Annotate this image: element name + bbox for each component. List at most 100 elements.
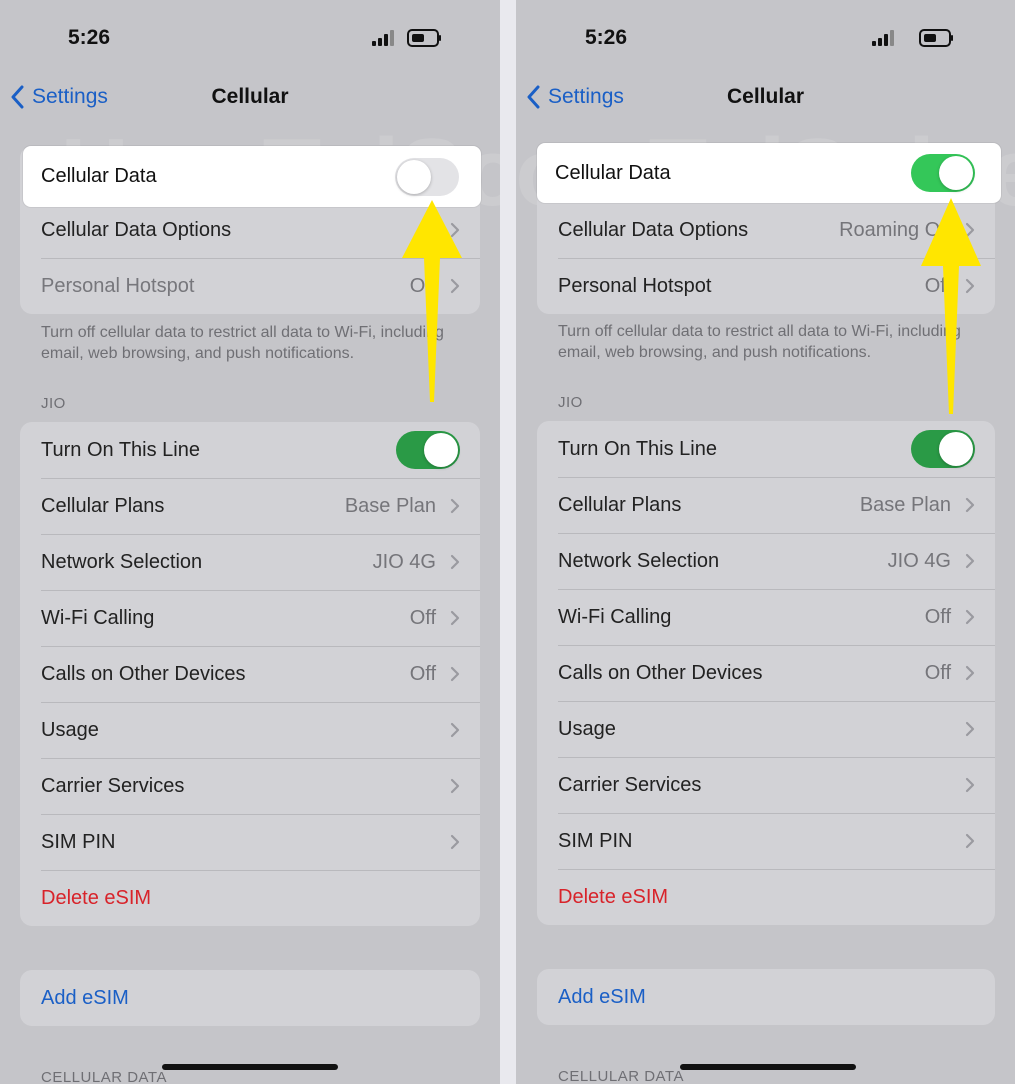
section-header-jio: JIO (41, 395, 66, 412)
row-label: Carrier Services (41, 774, 185, 797)
personal-hotspot-row[interactable]: Personal Hotspot Off (537, 258, 995, 314)
chevron-right-icon (450, 498, 460, 514)
cellular-data-options-row[interactable]: Cellular Data Options Roaming Off (537, 202, 995, 258)
row-label: Wi-Fi Calling (41, 606, 155, 629)
add-esim-button[interactable]: Add eSIM (558, 986, 975, 1009)
row-label: Carrier Services (558, 773, 702, 796)
row-label: Usage (558, 717, 616, 740)
cellular-data-switch[interactable] (395, 157, 459, 196)
cellular-data-row[interactable]: Cellular Data (537, 143, 1001, 203)
add-esim-group: Add eSIM (537, 969, 995, 1025)
chevron-right-icon (965, 609, 975, 625)
chevron-right-icon (965, 833, 975, 849)
switch-knob (939, 156, 973, 190)
usage-row[interactable]: Usage (537, 701, 995, 757)
turn-on-line-switch[interactable] (396, 431, 460, 469)
status-time: 5:26 (68, 26, 111, 49)
row-label: SIM PIN (41, 830, 116, 853)
row-value: Off (924, 661, 951, 684)
row-label: Calls on Other Devices (558, 661, 763, 684)
turn-on-line-row[interactable]: Turn On This Line (20, 422, 480, 478)
row-label: Cellular Plans (41, 494, 165, 517)
add-esim-row[interactable]: Add eSIM (20, 970, 480, 1026)
chevron-right-icon (450, 666, 460, 682)
status-icons (372, 28, 442, 48)
wifi-calling-row[interactable]: Wi-Fi Calling Off (537, 589, 995, 645)
switch-knob (424, 433, 458, 467)
row-value: Off (924, 274, 951, 297)
jio-line-group: Turn On This Line Cellular Plans Base Pl… (20, 422, 480, 926)
switch-knob (397, 159, 431, 194)
row-label: Network Selection (558, 549, 720, 572)
wifi-calling-row[interactable]: Wi-Fi Calling Off (20, 590, 480, 646)
chevron-right-icon (965, 222, 975, 238)
jio-line-group: Turn On This Line Cellular Plans Base Pl… (537, 421, 995, 925)
row-label: Network Selection (41, 550, 203, 573)
chevron-right-icon (965, 497, 975, 513)
cellular-signal-icon (872, 30, 894, 46)
cellular-data-footnote: Turn off cellular data to restrict all d… (558, 323, 961, 361)
chevron-right-icon (450, 834, 460, 850)
delete-esim-button[interactable]: Delete eSIM (41, 887, 460, 910)
page-title: Cellular (726, 85, 805, 108)
chevron-right-icon (965, 665, 975, 681)
add-esim-button[interactable]: Add eSIM (41, 987, 460, 1010)
row-label: Personal Hotspot (41, 274, 195, 297)
status-time: 5:26 (585, 26, 628, 49)
row-value: JIO 4G (887, 549, 951, 572)
add-esim-row[interactable]: Add eSIM (537, 969, 995, 1025)
delete-esim-row[interactable]: Delete eSIM (537, 869, 995, 925)
cellular-plans-row[interactable]: Cellular Plans Base Plan (537, 477, 995, 533)
network-selection-row[interactable]: Network Selection JIO 4G (537, 533, 995, 589)
sim-pin-row[interactable]: SIM PIN (537, 813, 995, 869)
section-header-jio: JIO (558, 394, 583, 411)
calls-on-other-devices-row[interactable]: Calls on Other Devices Off (537, 645, 995, 701)
chevron-right-icon (450, 554, 460, 570)
carrier-services-row[interactable]: Carrier Services (20, 758, 480, 814)
row-label: Cellular Data (41, 165, 157, 187)
home-indicator (162, 1064, 338, 1070)
row-label: Cellular Data Options (41, 218, 232, 241)
add-esim-group: Add eSIM (20, 970, 480, 1026)
row-label: Cellular Data (555, 161, 671, 184)
row-label: Turn On This Line (41, 438, 200, 461)
cellular-plans-row[interactable]: Cellular Plans Base Plan (20, 478, 480, 534)
delete-esim-row[interactable]: Delete eSIM (20, 870, 480, 926)
cellular-signal-icon (372, 30, 394, 46)
section-header-cellular-data: CELLULAR DATA (558, 1068, 684, 1084)
home-indicator (680, 1064, 856, 1070)
status-icons (872, 28, 954, 48)
cellular-data-options-row[interactable]: Cellular Data Options (20, 202, 480, 258)
row-value: Off (924, 605, 951, 628)
delete-esim-button[interactable]: Delete eSIM (558, 886, 975, 909)
row-label: Calls on Other Devices (41, 662, 246, 685)
right-phone-screen: HowToiSolve.com 5:26 Settings Cellular C… (516, 0, 1015, 1084)
turn-on-line-switch[interactable] (911, 430, 975, 468)
personal-hotspot-row[interactable]: Personal Hotspot Off (20, 258, 480, 314)
chevron-right-icon (965, 553, 975, 569)
cellular-data-row[interactable]: Cellular Data (23, 146, 481, 207)
chevron-right-icon (450, 722, 460, 738)
battery-icon (919, 29, 953, 47)
page-title: Cellular (211, 85, 289, 108)
chevron-right-icon (965, 721, 975, 737)
section-header-cellular-data: CELLULAR DATA (41, 1069, 167, 1084)
row-label: SIM PIN (558, 829, 633, 852)
chevron-right-icon (965, 278, 975, 294)
battery-icon (407, 29, 441, 47)
cellular-data-switch[interactable] (911, 154, 975, 192)
row-value: Base Plan (859, 493, 951, 516)
row-value: Base Plan (344, 494, 436, 517)
usage-row[interactable]: Usage (20, 702, 480, 758)
network-selection-row[interactable]: Network Selection JIO 4G (20, 534, 480, 590)
chevron-right-icon (450, 778, 460, 794)
chevron-right-icon (450, 222, 460, 238)
left-phone-screen: HowToiSolve.com 5:26 Settings Cellular C… (0, 0, 500, 1084)
row-label: Turn On This Line (558, 437, 717, 460)
sim-pin-row[interactable]: SIM PIN (20, 814, 480, 870)
cellular-data-footnote: Turn off cellular data to restrict all d… (41, 324, 444, 362)
carrier-services-row[interactable]: Carrier Services (537, 757, 995, 813)
row-label: Usage (41, 718, 99, 741)
turn-on-line-row[interactable]: Turn On This Line (537, 421, 995, 477)
calls-on-other-devices-row[interactable]: Calls on Other Devices Off (20, 646, 480, 702)
